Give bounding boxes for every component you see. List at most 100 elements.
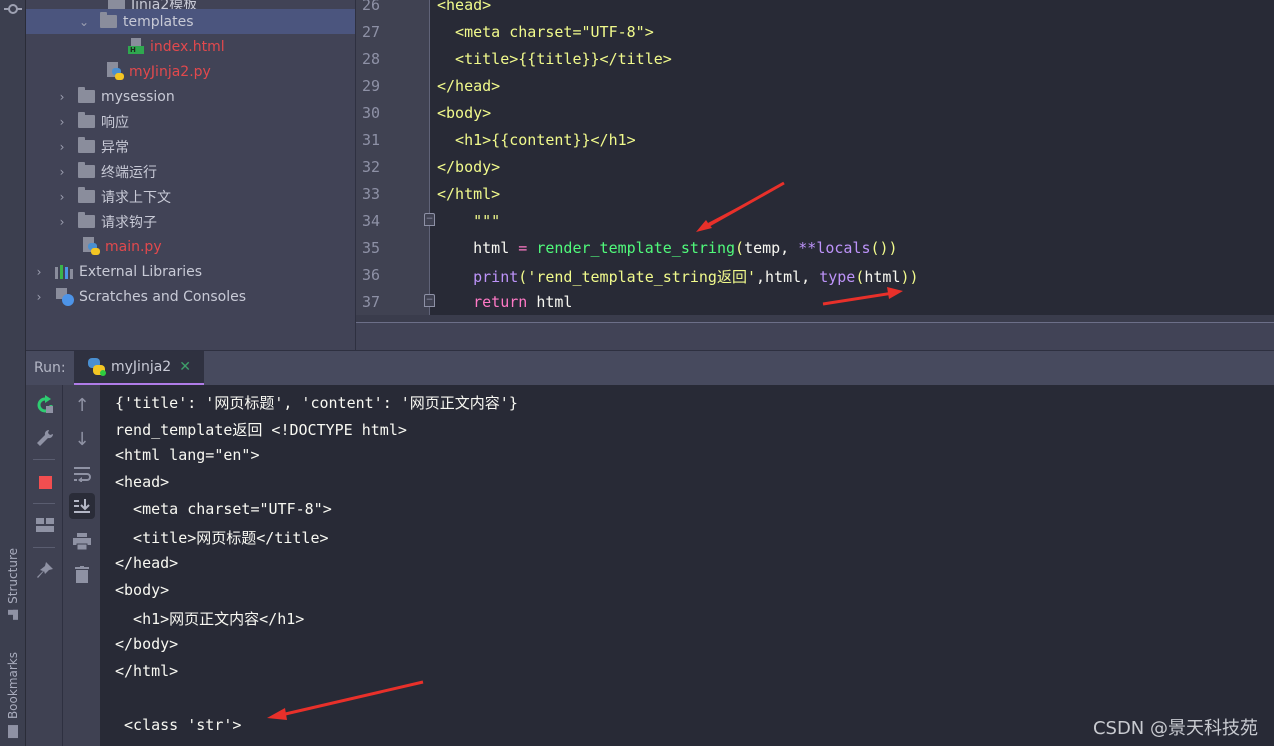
chevron-right-icon[interactable]: ›: [56, 90, 68, 104]
tree-item-exception[interactable]: › 异常: [26, 134, 355, 159]
code-line: <h1>{{content}}</h1>: [437, 131, 636, 149]
tree-item-index-html[interactable]: H index.html: [26, 34, 355, 59]
tree-item-label: 终端运行: [101, 164, 157, 181]
bookmarks-tab[interactable]: Bookmarks: [2, 652, 24, 739]
code-token: return: [473, 293, 528, 311]
line-number: 36: [362, 266, 381, 284]
run-label: Run:: [34, 360, 66, 376]
code-token: temp,: [744, 239, 799, 257]
code-token: ,html,: [756, 268, 820, 286]
annotation-arrow: [696, 181, 785, 232]
code-token: 'rend_template_string返回': [527, 268, 756, 286]
chevron-right-icon[interactable]: ›: [56, 190, 68, 204]
code-token: print: [473, 268, 519, 286]
toolbar-separator: [33, 459, 55, 460]
folder-icon: [78, 162, 95, 178]
folder-icon: [78, 87, 95, 103]
scroll-to-end-icon[interactable]: [69, 493, 95, 519]
structure-icon: [8, 609, 18, 620]
html-file-icon: H: [128, 38, 144, 55]
tree-item-label: 请求钩子: [101, 214, 157, 231]
tree-item-label: main.py: [105, 238, 162, 255]
tree-item-label: Scratches and Consoles: [79, 288, 246, 305]
tree-item-terminal-run[interactable]: › 终端运行: [26, 159, 355, 184]
project-tree: Jinja2模板 ⌄ templates H index.html myJinj…: [26, 0, 356, 350]
line-number: 32: [362, 158, 381, 176]
folder-icon: [78, 187, 95, 203]
line-number: 27: [362, 23, 381, 41]
tree-item-mysession[interactable]: › mysession: [26, 84, 355, 109]
trash-icon[interactable]: [69, 561, 95, 587]
wrench-icon[interactable]: [32, 425, 58, 451]
tree-item-label: 请求上下文: [101, 189, 171, 206]
commit-icon[interactable]: [4, 2, 22, 16]
close-icon[interactable]: ✕: [179, 359, 191, 375]
chevron-right-icon[interactable]: ›: [33, 290, 45, 304]
tree-item-response[interactable]: › 响应: [26, 109, 355, 134]
tree-item-main-py[interactable]: main.py: [26, 234, 355, 259]
folder-icon: [78, 137, 95, 153]
arrow-up-icon[interactable]: ↑: [69, 392, 95, 418]
code-token: html: [527, 293, 573, 311]
console-line: <body>: [115, 581, 170, 599]
bookmarks-tab-label: Bookmarks: [6, 652, 20, 720]
bookmark-icon: [8, 725, 18, 739]
pin-icon[interactable]: [32, 557, 58, 583]
tree-item-label: External Libraries: [79, 263, 202, 280]
chevron-right-icon[interactable]: ›: [56, 215, 68, 229]
run-console-output[interactable]: {'title': '网页标题', 'content': '网页正文内容'} r…: [100, 385, 1274, 746]
console-line: {'title': '网页标题', 'content': '网页正文内容'}: [115, 394, 518, 412]
console-line: <title>网页标题</title>: [115, 529, 329, 547]
line-number: 31: [362, 131, 381, 149]
tree-item-scratches[interactable]: › Scratches and Consoles: [26, 284, 355, 309]
chevron-right-icon[interactable]: ›: [56, 115, 68, 129]
chevron-right-icon[interactable]: ›: [56, 140, 68, 154]
line-number: 37: [362, 293, 381, 311]
chevron-right-icon[interactable]: ›: [56, 165, 68, 179]
run-tab-myjinja2[interactable]: myJinja2 ✕: [74, 351, 204, 385]
line-number: 30: [362, 104, 381, 122]
stop-icon[interactable]: [32, 469, 58, 495]
code-token: ()): [870, 239, 898, 257]
code-line: html = render_template_string(temp, **lo…: [437, 239, 898, 257]
tree-item-label: index.html: [150, 38, 225, 55]
code-line: print('rend_template_string返回',html, typ…: [437, 266, 918, 287]
python-run-icon: [88, 358, 106, 376]
code-line: return html: [437, 293, 572, 311]
line-number: 29: [362, 77, 381, 95]
arrow-down-icon[interactable]: ↓: [69, 426, 95, 452]
gutter-divider: [429, 0, 430, 322]
layout-icon[interactable]: [32, 512, 58, 538]
tree-item-myjinja2-py[interactable]: myJinja2.py: [26, 59, 355, 84]
code-token: (: [518, 268, 528, 286]
watermark: CSDN @景天科技苑: [1092, 718, 1258, 739]
console-line: <h1>网页正文内容</h1>: [115, 610, 305, 628]
tree-item-label: 响应: [101, 114, 129, 131]
editor-bottom-pad: [356, 323, 1274, 350]
code-token: (: [735, 239, 745, 257]
annotation-arrow: [267, 680, 424, 720]
console-line: </head>: [115, 554, 179, 572]
code-line: <title>{{title}}</title>: [437, 50, 672, 68]
fold-marker-icon[interactable]: −: [424, 213, 435, 226]
chevron-down-icon[interactable]: ⌄: [78, 15, 90, 29]
structure-tab[interactable]: Structure: [2, 548, 24, 620]
code-line: <meta charset="UTF-8">: [437, 23, 654, 41]
print-icon[interactable]: [69, 528, 95, 554]
code-token: **: [798, 239, 817, 257]
tree-item-label: myJinja2.py: [129, 63, 211, 80]
code-editor[interactable]: 26 27 28 29 30 31 32 33 34 35 36 37 − − …: [356, 0, 1274, 350]
code-line: <head>: [437, 0, 492, 14]
chevron-right-icon[interactable]: ›: [33, 265, 45, 279]
fold-marker-icon[interactable]: −: [424, 294, 435, 307]
scratches-icon: [55, 287, 75, 307]
console-line: rend_template返回 <!DOCTYPE html>: [115, 421, 407, 439]
rerun-icon[interactable]: [32, 392, 58, 418]
tree-item-templates[interactable]: ⌄ templates: [26, 9, 355, 34]
code-line: """: [437, 212, 501, 230]
soft-wrap-icon[interactable]: [69, 461, 95, 487]
tree-item-request-context[interactable]: › 请求上下文: [26, 184, 355, 209]
code-line: <body>: [437, 104, 492, 122]
tree-item-request-hooks[interactable]: › 请求钩子: [26, 209, 355, 234]
tree-item-external-libraries[interactable]: › External Libraries: [26, 259, 355, 284]
